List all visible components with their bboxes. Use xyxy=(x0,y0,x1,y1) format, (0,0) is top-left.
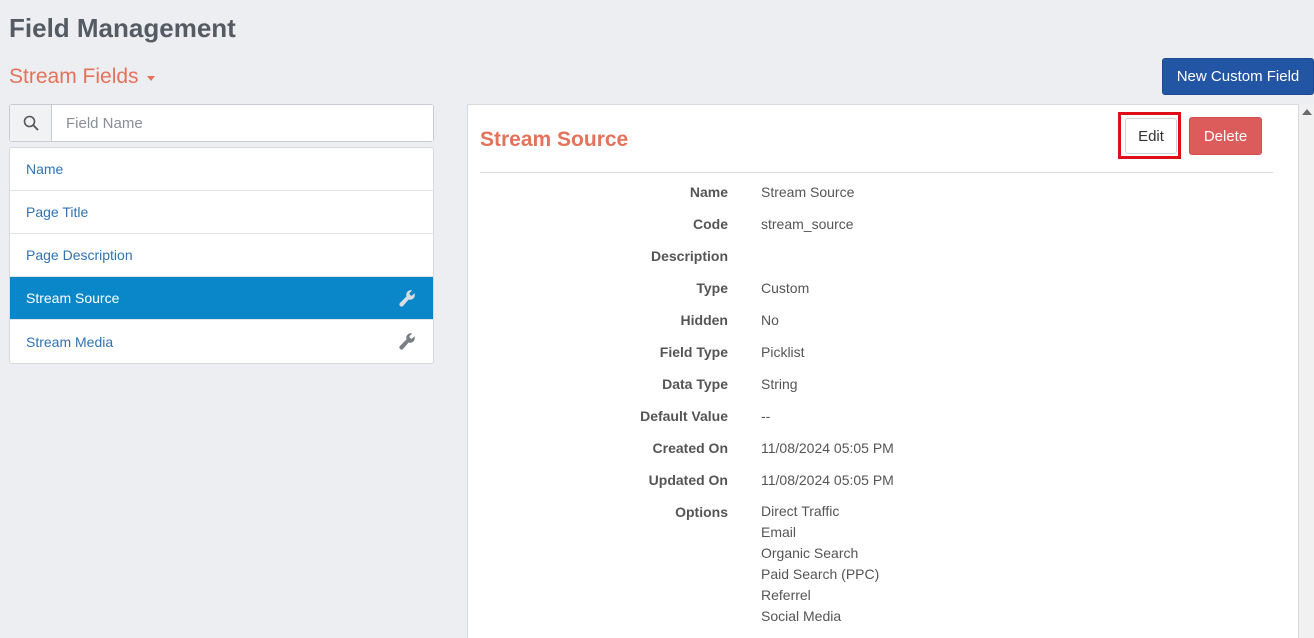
row-label: Default Value xyxy=(640,408,728,424)
divider xyxy=(480,172,1273,173)
field-item-stream-source[interactable]: Stream Source xyxy=(10,277,433,320)
row-value: stream_source xyxy=(761,216,854,232)
row-label: Description xyxy=(650,248,728,264)
detail-rows: Name Stream Source Code stream_source De… xyxy=(468,184,1300,627)
wrench-icon[interactable] xyxy=(398,332,417,351)
row-value: -- xyxy=(761,408,771,424)
row-label: Data Type xyxy=(662,376,728,392)
field-item-label: Page Description xyxy=(26,247,133,263)
search-icon xyxy=(10,105,52,141)
field-item-stream-media[interactable]: Stream Media xyxy=(10,320,433,363)
detail-row-created-on: Created On 11/08/2024 05:05 PM xyxy=(468,440,1300,472)
field-item-label: Stream Source xyxy=(26,290,120,306)
detail-row-name: Name Stream Source xyxy=(468,184,1300,216)
edit-button[interactable]: Edit xyxy=(1125,118,1177,154)
row-label: Updated On xyxy=(648,472,728,488)
detail-row-code: Code stream_source xyxy=(468,216,1300,248)
row-value: 11/08/2024 05:05 PM xyxy=(761,440,894,456)
search-input[interactable] xyxy=(52,105,433,141)
new-custom-field-button[interactable]: New Custom Field xyxy=(1162,58,1314,95)
wrench-icon[interactable] xyxy=(398,289,417,308)
field-item-label: Stream Media xyxy=(26,333,114,350)
field-list: Name Page Title Page Description Stream … xyxy=(9,147,434,364)
page-title: Field Management xyxy=(9,13,236,43)
row-value: Picklist xyxy=(761,344,805,360)
row-label: Field Type xyxy=(659,344,728,360)
option-item: Referrel xyxy=(761,587,811,603)
delete-button[interactable]: Delete xyxy=(1189,117,1262,155)
field-item-page-description[interactable]: Page Description xyxy=(10,234,433,277)
detail-row-data-type: Data Type String xyxy=(468,376,1300,408)
row-value: Custom xyxy=(761,280,810,296)
row-value: String xyxy=(761,376,798,392)
row-label: Name xyxy=(689,184,728,200)
scroll-up-arrow-icon[interactable] xyxy=(1302,109,1312,115)
detail-row-description: Description xyxy=(468,248,1300,280)
option-item: Direct Traffic xyxy=(761,503,840,519)
detail-row-updated-on: Updated On 11/08/2024 05:05 PM xyxy=(468,472,1300,504)
row-label: Hidden xyxy=(680,312,728,328)
detail-title: Stream Source xyxy=(480,128,629,151)
field-search xyxy=(9,104,434,142)
detail-row-options: Options Direct Traffic Email Organic Sea… xyxy=(468,501,1300,627)
detail-scrollbar[interactable] xyxy=(1299,104,1314,638)
options-list: Direct Traffic Email Organic Search Paid… xyxy=(761,501,879,627)
field-item-label: Page Title xyxy=(26,204,89,220)
row-label: Created On xyxy=(652,440,728,456)
option-item: Social Media xyxy=(761,608,842,624)
row-value: 11/08/2024 05:05 PM xyxy=(761,472,894,488)
detail-row-default-value: Default Value -- xyxy=(468,408,1300,440)
field-detail-panel: Stream Source Edit Delete Name Stream So… xyxy=(467,104,1299,638)
row-value: No xyxy=(761,312,779,328)
row-value: Stream Source xyxy=(761,184,855,200)
section-title: Stream Fields xyxy=(9,65,139,88)
stream-fields-dropdown[interactable]: Stream Fields xyxy=(9,65,155,89)
option-item: Email xyxy=(761,524,797,540)
field-item-label: Name xyxy=(26,161,64,177)
row-label: Options xyxy=(675,504,728,520)
field-item-name[interactable]: Name xyxy=(10,148,433,191)
row-label: Type xyxy=(696,280,728,296)
row-label: Code xyxy=(693,216,728,232)
detail-row-hidden: Hidden No xyxy=(468,312,1300,344)
option-item: Paid Search (PPC) xyxy=(761,566,880,582)
field-item-page-title[interactable]: Page Title xyxy=(10,191,433,234)
option-item: Organic Search xyxy=(761,545,859,561)
detail-row-field-type: Field Type Picklist xyxy=(468,344,1300,376)
caret-down-icon xyxy=(146,75,155,81)
detail-row-type: Type Custom xyxy=(468,280,1300,312)
